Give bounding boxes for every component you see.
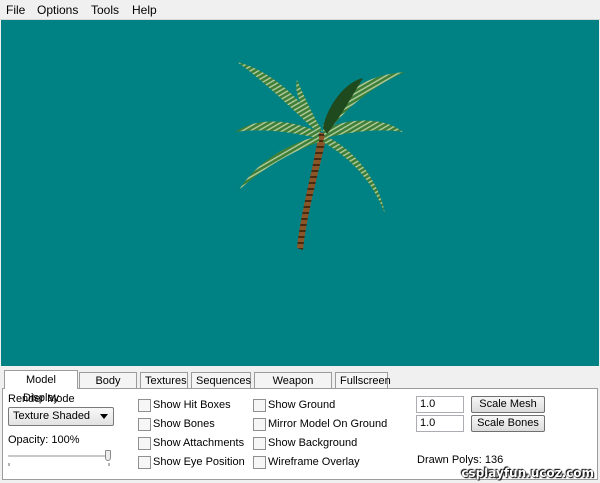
menu-tools[interactable]: Tools: [91, 3, 119, 17]
menu-help[interactable]: Help: [132, 3, 157, 17]
show-eye-position-checkbox[interactable]: [138, 456, 151, 469]
scale-bones-input[interactable]: 1.0: [416, 415, 464, 432]
show-attachments-checkbox[interactable]: [138, 437, 151, 450]
watermark: csplayfun.ucoz.com: [461, 466, 594, 480]
show-hit-boxes-label: Show Hit Boxes: [153, 399, 231, 411]
wireframe-overlay-label: Wireframe Overlay: [268, 456, 360, 468]
show-bones-checkbox[interactable]: [138, 418, 151, 431]
scale-mesh-button[interactable]: Scale Mesh: [471, 396, 545, 413]
palm-tree-model: [235, 62, 405, 250]
render-mode-value: Texture Shaded: [13, 410, 91, 422]
scale-mesh-input[interactable]: 1.0: [416, 396, 464, 413]
tab-textures[interactable]: Textures: [140, 372, 188, 388]
opacity-slider-thumb[interactable]: [105, 450, 111, 461]
tab-model-display[interactable]: Model Display: [4, 370, 78, 404]
show-ground-label: Show Ground: [268, 399, 336, 411]
show-eye-position-label: Show Eye Position: [153, 456, 245, 468]
tab-weapon-origin[interactable]: Weapon Origin: [254, 372, 332, 403]
wireframe-overlay-checkbox[interactable]: [253, 456, 266, 469]
tab-body-parts[interactable]: Body Parts: [79, 372, 137, 403]
show-attachments-label: Show Attachments: [153, 437, 245, 449]
chevron-down-icon: [100, 414, 108, 419]
scale-bones-button[interactable]: Scale Bones: [471, 415, 545, 432]
show-background-checkbox[interactable]: [253, 437, 266, 450]
menu-bar: File Options Tools Help: [0, 0, 600, 20]
model-viewport[interactable]: [1, 20, 599, 366]
show-ground-checkbox[interactable]: [253, 399, 266, 412]
render-mode-select[interactable]: Texture Shaded: [8, 407, 114, 426]
opacity-label: Opacity: 100%: [8, 434, 80, 446]
mirror-model-checkbox[interactable]: [253, 418, 266, 431]
tab-fullscreen[interactable]: Fullscreen: [335, 372, 391, 388]
menu-file[interactable]: File: [6, 3, 25, 17]
mirror-model-label: Mirror Model On Ground: [268, 418, 388, 430]
drawn-polys-count: Drawn Polys: 136: [417, 454, 504, 466]
opacity-slider-track[interactable]: [8, 455, 111, 458]
show-hit-boxes-checkbox[interactable]: [138, 399, 151, 412]
tab-sequences[interactable]: Sequences: [191, 372, 251, 388]
show-bones-label: Show Bones: [153, 418, 215, 430]
menu-options[interactable]: Options: [37, 3, 78, 17]
show-background-label: Show Background: [268, 437, 358, 449]
slider-ticks: [8, 463, 110, 466]
